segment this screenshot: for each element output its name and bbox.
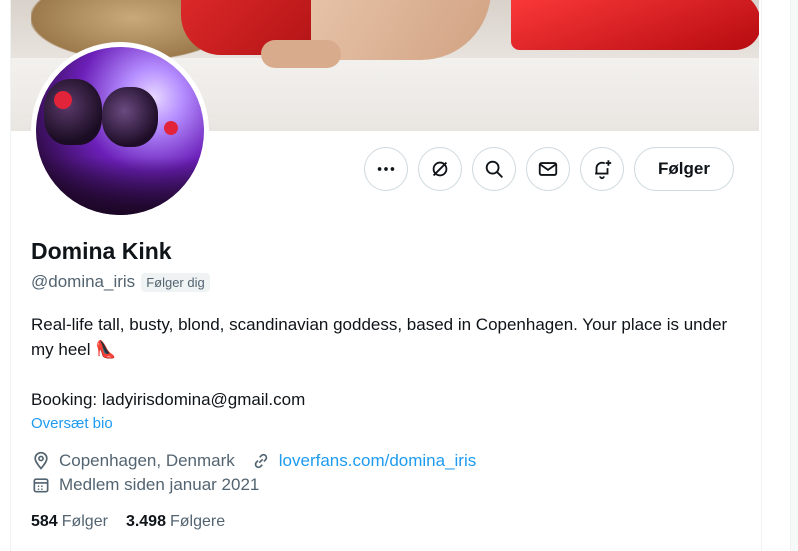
profile-handle: @domina_iris: [31, 272, 136, 291]
following-button[interactable]: Følger: [634, 147, 734, 191]
profile-meta-location-row: Copenhagen, Denmark loverfans.com/domina…: [31, 451, 476, 471]
followers-count-link[interactable]: 3.498 Følgere: [126, 513, 225, 531]
search-icon: [485, 160, 503, 178]
following-count: 584: [31, 513, 58, 530]
calendar-icon: [33, 478, 49, 493]
bio-line-2: Booking: ladyirisdomina@gmail.com: [31, 390, 306, 409]
following-label: Følger: [61, 513, 108, 530]
avatar[interactable]: [31, 42, 209, 220]
message-button[interactable]: [526, 147, 570, 191]
followers-label: Følgere: [169, 513, 226, 530]
followers-count: 3.498: [125, 513, 166, 530]
translate-bio-link[interactable]: Oversæt bio: [31, 415, 113, 432]
bio-line-1: Real-life tall, busty, blond, scandinavi…: [31, 315, 728, 359]
right-sidebar-edge: [790, 0, 798, 551]
profile-website-link[interactable]: loverfans.com/domina_iris: [279, 451, 476, 471]
link-icon: [254, 453, 268, 469]
more-horizontal-icon: [377, 167, 395, 171]
grok-button[interactable]: [418, 147, 462, 191]
grok-icon: [432, 161, 448, 177]
envelope-icon: [538, 162, 558, 176]
search-button[interactable]: [472, 147, 516, 191]
notify-button[interactable]: [580, 147, 624, 191]
handle-row: @domina_iris Følger dig: [31, 272, 210, 292]
following-count-link[interactable]: 584 Følger: [31, 513, 108, 531]
profile-location: Copenhagen, Denmark: [59, 451, 235, 470]
profile-actions: Følger: [364, 147, 734, 191]
profile-name: Domina Kink: [31, 238, 172, 264]
profile-joined-date: Medlem siden januar 2021: [59, 475, 260, 494]
more-button[interactable]: [364, 147, 408, 191]
bell-plus-icon: [595, 160, 612, 180]
profile-bio: Real-life tall, busty, blond, scandinavi…: [31, 312, 731, 412]
profile-meta-joined-row: Medlem siden januar 2021: [31, 475, 259, 495]
heel-emoji-icon: 👠: [95, 340, 117, 359]
location-pin-icon: [34, 451, 48, 470]
follows-you-badge: Følger dig: [141, 272, 210, 292]
profile-stats: 584 Følger 3.498 Følgere: [31, 513, 225, 531]
